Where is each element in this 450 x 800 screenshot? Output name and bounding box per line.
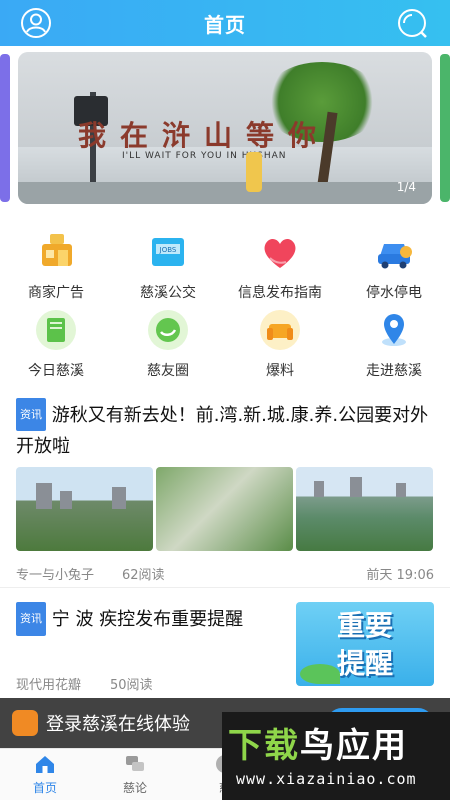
news-headline[interactable]: 资讯 宁 波 疾控发布重要提醒: [16, 602, 286, 636]
news-thumbnails: [16, 467, 434, 551]
news-item[interactable]: 资讯 游秋又有新去处！前.湾.新.城.康.养.公园要对外开放啦 专一与小兔子 6…: [0, 396, 450, 588]
news-reads: 62阅读: [122, 568, 165, 583]
news-author: 现代用花瓣: [16, 678, 82, 693]
app-header: 首页: [0, 0, 450, 46]
news-title: 宁 波 疾控发布重要提醒: [51, 609, 244, 630]
menu-item-today[interactable]: 今日慈溪: [0, 306, 112, 384]
banner-pager: 1/4: [396, 180, 416, 194]
shop-ad-icon: [42, 234, 72, 266]
user-icon[interactable]: [20, 7, 52, 39]
news-thumbnail: [296, 467, 433, 551]
news-time: 前天 19:06: [366, 568, 434, 583]
news-item[interactable]: 资讯 宁 波 疾控发布重要提醒 现代用花瓣 50阅读 重要 提醒: [0, 598, 450, 693]
news-author: 专一与小兔子: [16, 568, 95, 583]
news-thumbnail: [16, 467, 153, 551]
banner-person: [246, 152, 262, 192]
menu-item-outage[interactable]: 停水停电: [338, 228, 450, 306]
menu-item-report[interactable]: 爆料: [224, 306, 336, 384]
menu-item-explore[interactable]: 走进慈溪: [338, 306, 450, 384]
news-tag: 资讯: [16, 602, 46, 636]
banner-carousel[interactable]: 我在浒山等你 I'LL WAIT FOR YOU IN HUSHAN 1/4: [0, 52, 450, 204]
banner-prev-peek[interactable]: [0, 54, 10, 202]
banner-slide[interactable]: 我在浒山等你 I'LL WAIT FOR YOU IN HUSHAN 1/4: [18, 52, 432, 204]
watermark-overlay: 下载鸟应用 www.xiazainiao.com: [222, 712, 450, 800]
banner-next-peek[interactable]: [440, 54, 450, 202]
book-icon: [36, 310, 76, 350]
app-logo-icon: [12, 710, 38, 736]
news-headline[interactable]: 资讯 游秋又有新去处！前.湾.新.城.康.养.公园要对外开放啦: [16, 398, 436, 462]
banner-ground: [18, 182, 432, 204]
tab-discuss[interactable]: 慈论: [90, 753, 180, 796]
news-title: 游秋又有新去处！前.湾.新.城.康.养.公园要对外开放啦: [16, 405, 429, 457]
menu-item-friends[interactable]: 慈友圈: [112, 306, 224, 384]
login-prompt-text: 登录慈溪在线体验: [46, 714, 190, 735]
menu-item-guide[interactable]: 信息发布指南: [224, 228, 336, 306]
home-icon: [36, 756, 54, 773]
car-icon: [378, 244, 412, 269]
heart-icon: [264, 238, 296, 268]
banner-sign-text: 我在浒山等你: [78, 119, 331, 152]
menu-item-bus[interactable]: JOBS 慈溪公交: [112, 228, 224, 306]
location-icon: [382, 314, 406, 346]
news-thumbnail: 重要 提醒: [296, 602, 434, 686]
page-title: 首页: [204, 12, 246, 37]
bus-icon: JOBS: [152, 238, 184, 266]
search-icon[interactable]: [396, 7, 428, 39]
menu-item-shop-ad[interactable]: 商家广告: [0, 228, 112, 306]
news-tag: 资讯: [16, 398, 46, 431]
news-thumbnail: [156, 467, 293, 551]
discuss-icon: [126, 756, 144, 771]
watermark-logo: 下载鸟应用: [228, 726, 408, 766]
sofa-icon: [260, 310, 300, 350]
watermark-url: www.xiazainiao.com: [236, 770, 417, 788]
tab-home[interactable]: 首页: [0, 753, 90, 796]
news-reads: 50阅读: [110, 678, 153, 693]
svg-text:JOBS: JOBS: [159, 246, 177, 254]
chat-icon: [148, 310, 188, 350]
